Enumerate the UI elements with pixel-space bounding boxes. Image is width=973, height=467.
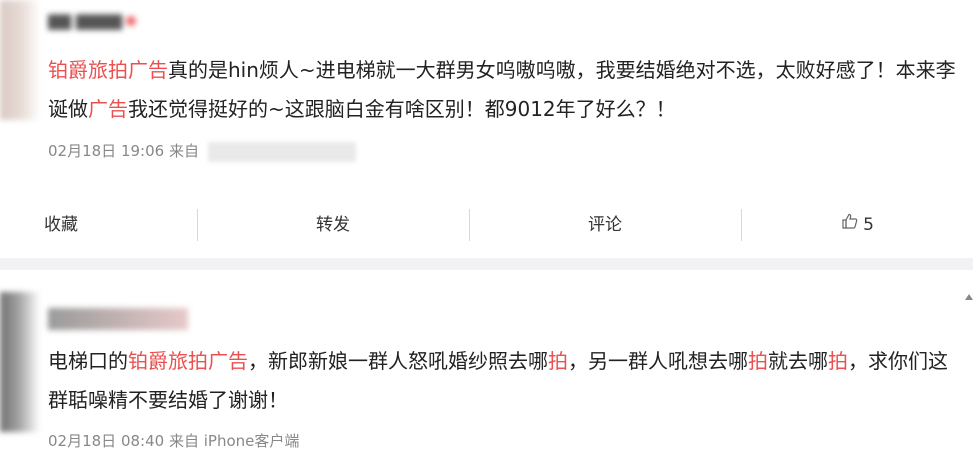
forward-button[interactable]: 转发 [198,200,468,250]
vip-badge-icon [125,16,136,26]
weibo-post: ▇▇▇▇▇▇ 电梯口的铂爵旅拍广告，新郎新娘一群人怒吼婚纱照去哪拍，另一群人吼想… [0,270,973,467]
post-time[interactable]: 02月18日 08:40 [48,432,164,450]
weibo-post: ▇▇ ▇▇▇▇ 铂爵旅拍广告真的是hin烦人~进电梯就一大群男女呜嗷呜嗷，我要结… [0,0,973,258]
action-bar: 收藏 转发 评论 5 [0,200,973,250]
post-time[interactable]: 02月18日 19:06 [48,142,164,160]
content-text: ，另一群人吼想去哪 [568,349,748,373]
thumbs-up-icon [841,200,859,250]
collect-button[interactable]: 收藏 [0,200,197,250]
content-text: 就去哪 [768,349,828,373]
comment-button[interactable]: 评论 [470,200,740,250]
post-source[interactable]: iPhone客户端 [204,432,300,450]
post-meta: 02月18日 08:40 来自 iPhone客户端 [48,430,299,451]
from-label: 来自 [168,142,199,160]
post-meta: 02月18日 19:06 来自 [48,140,356,162]
highlighted-keyword[interactable]: 拍 [548,349,568,373]
username-blurred[interactable]: ▇▇ ▇▇▇▇ [48,12,136,36]
highlighted-keyword[interactable]: 拍 [748,349,768,373]
avatar[interactable] [0,0,40,120]
content-text: 我还觉得挺好的~这跟脑白金有啥区别！都9012年了好么？！ [128,97,676,121]
highlighted-keyword[interactable]: 广告 [88,97,128,121]
source-blurred [207,141,356,162]
like-button[interactable]: 5 [742,200,973,250]
avatar[interactable] [0,292,40,432]
post-separator [0,258,973,270]
content-text: 电梯口的 [48,349,128,373]
highlighted-keyword[interactable]: 铂爵旅拍广告 [48,58,168,82]
scroll-up-arrow-icon[interactable] [965,294,973,300]
from-label: 来自 [168,432,199,450]
highlighted-keyword[interactable]: 铂爵旅拍广告 [128,349,248,373]
username-blurred[interactable]: ▇▇▇▇▇▇ [48,308,188,330]
post-content: 铂爵旅拍广告真的是hin烦人~进电梯就一大群男女呜嗷呜嗷，我要结婚绝对不选，太败… [48,51,959,129]
content-text: ，新郎新娘一群人怒吼婚纱照去哪 [248,349,548,373]
highlighted-keyword[interactable]: 拍 [828,349,848,373]
post-content: 电梯口的铂爵旅拍广告，新郎新娘一群人怒吼婚纱照去哪拍，另一群人吼想去哪拍就去哪拍… [48,342,959,420]
like-count: 5 [863,215,874,235]
